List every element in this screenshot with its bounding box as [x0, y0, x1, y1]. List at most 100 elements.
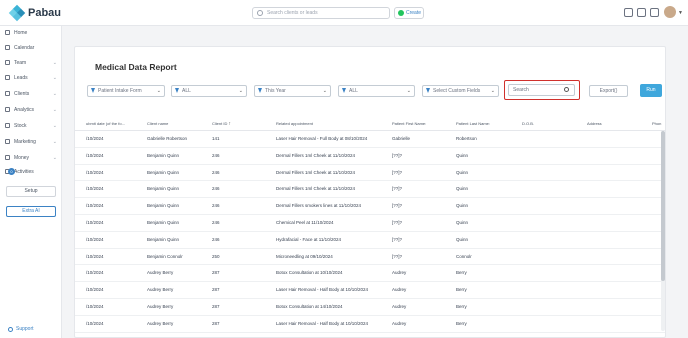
cell-submit-date: /10/2024 [86, 203, 104, 209]
create-label: Create [406, 10, 422, 16]
cell-first-name: [??]? [392, 169, 403, 175]
col-related-appointment[interactable]: Related appointment [276, 117, 313, 131]
run-button[interactable]: Run [640, 84, 662, 97]
cell-client-name: Audrey Berry [147, 287, 174, 293]
form-select-value: Patient Intake Form [98, 88, 142, 94]
cell-client-name: Alexander Rees [147, 333, 179, 337]
cell-client-id: 246 [212, 203, 220, 209]
scrollbar-thumb[interactable] [661, 131, 665, 281]
search-icon [257, 10, 263, 16]
cell-client-name: Benjamin Quinn [147, 219, 180, 225]
report-search-placeholder: Search [513, 87, 529, 93]
col-first-name[interactable]: Patient First Name: [392, 117, 426, 131]
sidebar-item-money[interactable]: Money ⌄ [0, 152, 62, 164]
cell-client-id: 246 [212, 236, 220, 242]
search-highlight: Search [504, 80, 580, 100]
table-row[interactable]: /10/2024 Benjamin Quinn 246 Hydrafacial - F… [75, 232, 665, 249]
cell-submit-date: /10/2024 [86, 136, 104, 141]
table-row[interactable]: /10/2024 Gabrielle Robertson 141 Laser Hair… [75, 131, 665, 148]
sidebar-item-analytics[interactable]: Analytics ⌄ [0, 104, 62, 116]
sidebar-item-clients[interactable]: Clients ⌄ [0, 88, 62, 100]
cell-first-name: [??]? [392, 186, 403, 192]
cell-related-appointment: Dermal Fillers 1ml Cheek at 11/10/2024 [276, 186, 355, 192]
support-icon [8, 327, 13, 332]
cell-submit-date: /10/2024 [86, 287, 104, 293]
table-row[interactable]: /10/2024 Audrey Berry 287 Botox Consultatio… [75, 265, 665, 283]
sidebar-item-team[interactable]: Team ⌄ [0, 57, 62, 69]
all-select-2[interactable]: ALL ⌄ [338, 85, 415, 97]
money-icon [5, 155, 10, 160]
table-row[interactable]: /10/2024 Benjamin Quinn 246 Dermal Fillers … [75, 148, 665, 165]
logo-icon [8, 4, 26, 22]
filter-icon [91, 88, 95, 93]
chevron-down-icon: ⌄ [52, 139, 57, 145]
table-row[interactable]: /10/2024 Benjamin Quinn 246 Dermal Fillers … [75, 198, 665, 215]
table-row[interactable]: /10/2024 Alexander Rees 502 Obagi Peel Trea… [75, 333, 665, 337]
chevron-down-icon[interactable]: ▼ [678, 10, 683, 16]
top-bar: Pabau Search clients or leads Create ▼ [0, 0, 688, 26]
calendar-icon[interactable] [624, 8, 633, 17]
cell-first-name: [??]? [392, 219, 403, 225]
table-body: /10/2024 Gabrielle Robertson 141 Laser Hair… [75, 131, 665, 337]
table-scrollbar[interactable] [661, 131, 665, 331]
chevron-down-icon: ⌄ [52, 123, 57, 129]
cell-client-name: Benjamin Quinn [147, 152, 180, 158]
support-button[interactable]: Support [6, 324, 56, 335]
user-avatar[interactable] [664, 6, 676, 18]
table-row[interactable]: /10/2024 Audrey Berry 287 Botox Consultatio… [75, 299, 665, 316]
create-button[interactable]: Create [394, 7, 424, 19]
table-row[interactable]: /10/2024 Benjamin Quinn 246 Chemical Peel a… [75, 215, 665, 232]
cell-submit-date: /10/2024 [86, 270, 104, 276]
sort-up-icon[interactable]: ↑ [228, 121, 231, 127]
cell-submit-date: /10/2024 [86, 152, 104, 158]
report-search-input[interactable]: Search [508, 84, 575, 96]
table-row[interactable]: /10/2024 Benjamin Connolr 250 Microneedling… [75, 249, 665, 266]
cell-first-name: Audrey [392, 303, 407, 309]
notifications-icon[interactable] [637, 8, 646, 17]
cell-client-id: 502 [212, 333, 220, 337]
home-icon [5, 30, 10, 35]
period-select-value: This Year [265, 88, 286, 94]
period-select[interactable]: This Year ⌄ [254, 85, 331, 97]
cell-related-appointment: Botox Consultation at 10/10/2024 [276, 270, 343, 276]
cell-client-name: Audrey Berry [147, 320, 174, 326]
table-row[interactable]: /10/2024 Benjamin Quinn 246 Dermal Fillers … [75, 181, 665, 199]
all-select-2-value: ALL [349, 88, 358, 94]
setup-button[interactable]: Setup [6, 186, 56, 197]
table-row[interactable]: /10/2024 Audrey Berry 287 Laser Hair Remova… [75, 316, 665, 333]
col-client-id[interactable]: Client ID ↑ [212, 117, 231, 131]
col-client-name[interactable]: Client name [147, 117, 168, 131]
table-row[interactable]: /10/2024 Benjamin Quinn 246 Dermal Fillers … [75, 165, 665, 182]
col-last-name[interactable]: Patient Last Name: [456, 117, 490, 131]
clients-icon [5, 91, 10, 96]
sidebar-item-calendar[interactable]: Calendar [0, 42, 62, 54]
sidebar-item-label: Activities [14, 169, 34, 175]
table-row[interactable]: /10/2024 Audrey Berry 287 Laser Hair Remova… [75, 282, 665, 299]
sidebar-item-label: Leads [14, 75, 28, 81]
export-button[interactable]: Export() [589, 85, 628, 97]
all-select-1-value: ALL [182, 88, 191, 94]
col-phone[interactable]: Phon [652, 117, 661, 131]
col-dob[interactable]: D.O.B. [522, 117, 534, 131]
sidebar-item-marketing[interactable]: Marketing ⌄ [0, 136, 62, 148]
sidebar-item-leads[interactable]: Leads ⌄ [0, 72, 62, 84]
marketing-icon [5, 139, 10, 144]
filter-icon [258, 88, 262, 93]
cell-client-name: Benjamin Quinn [147, 169, 180, 175]
calendar-icon [5, 45, 10, 50]
chat-icon[interactable] [650, 8, 659, 17]
pabau-logo[interactable]: Pabau [8, 4, 61, 22]
col-address[interactable]: Address [587, 117, 602, 131]
cell-client-id: 246 [212, 169, 220, 175]
cell-related-appointment: Dermal Fillers smokers lines at 11/10/20… [276, 203, 361, 209]
custom-fields-select[interactable]: Select Custom Fields ⌄ [422, 85, 499, 97]
col-submit-date[interactable]: ubmit date (of the fo... [86, 117, 125, 131]
form-select[interactable]: Patient Intake Form ⌄ [87, 85, 165, 97]
cell-last-name: Berry [456, 303, 467, 309]
global-search-input[interactable]: Search clients or leads [252, 7, 390, 19]
extra-ai-button[interactable]: Extra AI [6, 206, 56, 217]
all-select-1[interactable]: ALL ⌄ [171, 85, 247, 97]
sidebar-item-home[interactable]: Home [0, 27, 62, 39]
sidebar-item-stock[interactable]: Stock ⌄ [0, 120, 62, 132]
sidebar: Home Calendar Team ⌄ Leads ⌄ Clients ⌄ Anal… [0, 26, 62, 338]
